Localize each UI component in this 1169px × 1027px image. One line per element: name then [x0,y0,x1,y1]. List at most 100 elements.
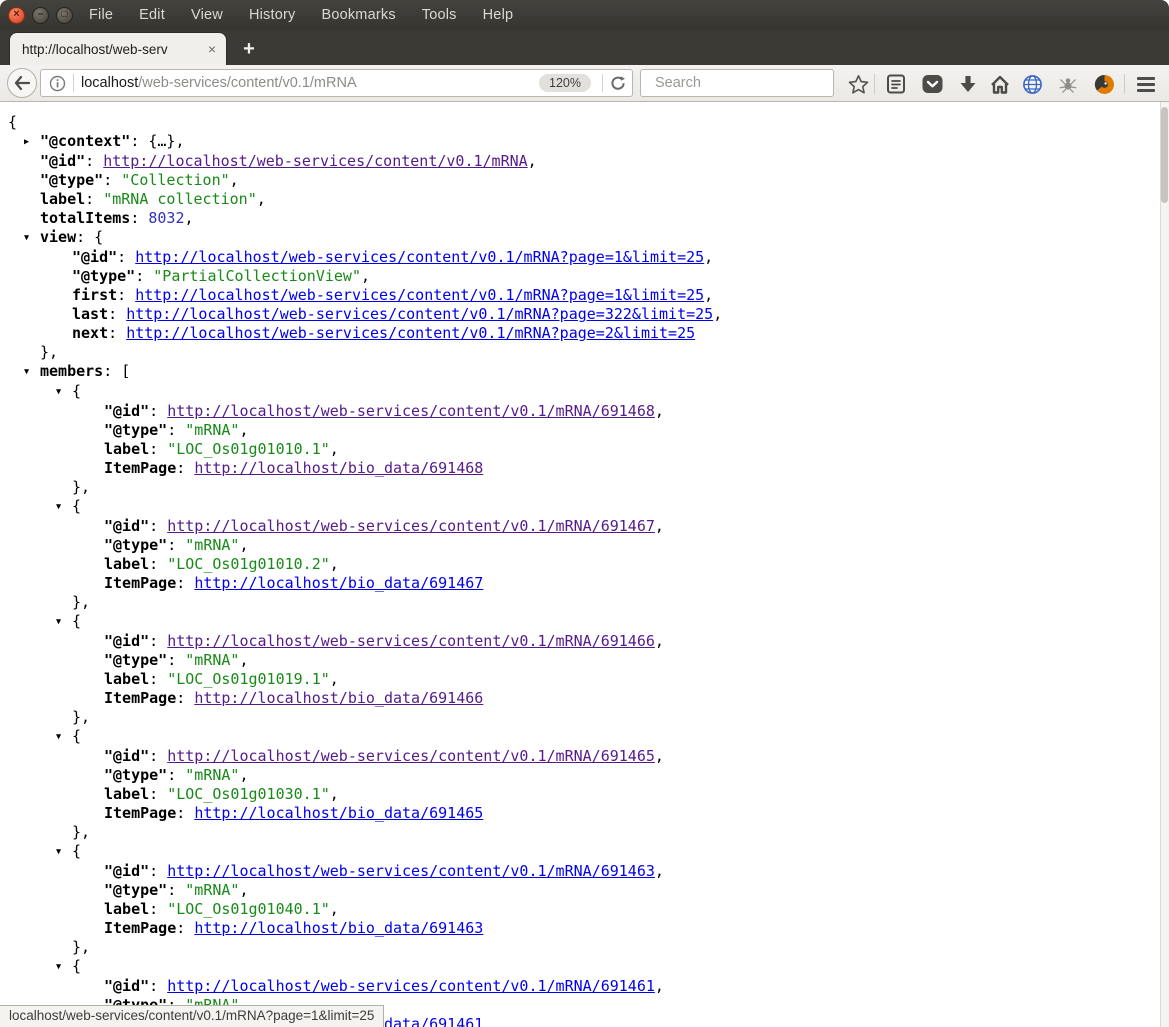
json-link-visited[interactable]: http://localhost/bio_data/691468 [194,459,483,477]
json-punctuation: : [149,440,167,458]
json-link-visited[interactable]: http://localhost/bio_data/691466 [194,689,483,707]
twisty-expanded-icon[interactable]: ▼ [24,363,40,382]
json-line: ItemPage: http://localhost/bio_data/6914… [0,919,1160,938]
reading-list-icon [887,74,905,94]
zoom-indicator[interactable]: 120% [539,74,591,92]
tab-title: http://localhost/web-serv [22,42,206,57]
json-line: ItemPage: http://localhost/bio_data/6914… [0,804,1160,823]
json-string-value: "LOC_Os01g01040.1" [167,900,330,918]
json-punctuation: , [655,747,664,765]
navigation-toolbar: localhost/web-services/content/v0.1/mRNA… [0,65,1169,102]
twisty-expanded-icon[interactable]: ▼ [56,613,72,632]
back-arrow-icon [14,76,30,90]
search-input[interactable] [655,75,842,91]
twisty-expanded-icon[interactable]: ▼ [24,229,40,248]
json-line: totalItems: 8032, [0,209,1160,228]
scrollbar-thumb[interactable] [1161,107,1168,203]
json-viewer: {▶"@context": {…},"@id": http://localhos… [0,102,1160,1027]
json-string-value: "mRNA" [185,766,239,784]
json-key: ItemPage [104,574,176,592]
json-key: "@type" [104,536,167,554]
menu-view[interactable]: View [191,7,223,23]
json-punctuation: : [135,267,153,285]
tab-active[interactable]: http://localhost/web-serv × [10,33,226,65]
json-link-visited[interactable]: http://localhost/web-services/content/v0… [167,747,655,765]
json-line: }, [0,593,1160,612]
twisty-expanded-icon[interactable]: ▼ [56,383,72,402]
json-key: "@id" [104,977,149,995]
json-punctuation: , [239,421,248,439]
twisty-expanded-icon[interactable]: ▼ [56,843,72,862]
menu-tools[interactable]: Tools [422,7,457,23]
menu-edit[interactable]: Edit [139,7,165,23]
window-controls: × – ▢ [0,7,73,24]
back-button[interactable] [7,68,37,98]
twisty-expanded-icon[interactable]: ▼ [56,498,72,517]
minimize-button[interactable]: – [32,7,49,24]
twisty-collapsed-icon[interactable]: ▶ [24,133,40,152]
maximize-button[interactable]: ▢ [56,7,73,24]
new-tab-button[interactable]: + [236,38,262,61]
lightbeam-extension-button[interactable] [1092,72,1116,96]
reload-button[interactable] [610,75,626,91]
json-link-visited[interactable]: http://localhost/web-services/content/v0… [167,517,655,535]
json-line: { [0,113,1160,132]
bookmark-star-button[interactable] [846,72,870,96]
json-link[interactable]: http://localhost/web-services/content/v0… [135,286,704,304]
pocket-button[interactable] [920,72,944,96]
twisty-expanded-icon[interactable]: ▼ [56,728,72,747]
url-text[interactable]: localhost/web-services/content/v0.1/mRNA [81,75,539,91]
json-punctuation: }, [72,823,90,841]
menu-file[interactable]: File [89,7,113,23]
json-link[interactable]: http://localhost/bio_data/691463 [194,919,483,937]
json-link-visited[interactable]: http://localhost/web-services/content/v0… [167,402,655,420]
menu-history[interactable]: History [249,7,296,23]
json-key: label [104,670,149,688]
downloads-button[interactable] [956,72,980,96]
json-key: "@id" [104,747,149,765]
json-key: totalItems [40,209,130,227]
json-punctuation: : [149,900,167,918]
spider-extension-button[interactable] [1056,72,1080,96]
json-link[interactable]: http://localhost/web-services/content/v0… [135,248,704,266]
json-punctuation: : [ [103,362,130,380]
json-line: "@type": "mRNA", [0,421,1160,440]
status-link-preview: localhost/web-services/content/v0.1/mRNA… [0,1005,384,1027]
json-punctuation: , [239,881,248,899]
site-info-icon[interactable] [49,75,66,92]
json-key: "@id" [72,248,117,266]
json-punctuation: , [230,171,239,189]
close-button[interactable]: × [8,7,25,24]
search-box[interactable] [640,69,834,97]
json-line: next: http://localhost/web-services/cont… [0,324,1160,343]
json-key: label [40,190,85,208]
vertical-scrollbar[interactable] [1160,102,1169,1027]
json-punctuation: : {…}, [130,132,184,150]
json-punctuation: : { [76,228,103,246]
globe-icon [1022,74,1043,95]
json-punctuation: , [361,267,370,285]
url-bar[interactable]: localhost/web-services/content/v0.1/mRNA… [40,69,633,97]
json-link[interactable]: http://localhost/bio_data/691465 [194,804,483,822]
menu-button[interactable] [1134,72,1158,96]
json-link[interactable]: http://localhost/web-services/content/v0… [126,305,713,323]
json-punctuation: { [72,612,81,630]
json-punctuation: : [149,747,167,765]
globe-extension-button[interactable] [1020,72,1044,96]
json-link[interactable]: http://localhost/bio_data/691467 [194,574,483,592]
json-link[interactable]: http://localhost/web-services/content/v0… [126,324,695,342]
json-link[interactable]: http://localhost/web-services/content/v0… [167,977,655,995]
tab-close-icon[interactable]: × [206,41,218,57]
json-punctuation: , [704,286,713,304]
json-link-visited[interactable]: http://localhost/web-services/content/v0… [103,152,527,170]
menu-bookmarks[interactable]: Bookmarks [321,7,395,23]
menu-help[interactable]: Help [483,7,514,23]
home-button[interactable] [988,72,1012,96]
json-line: "@type": "Collection", [0,171,1160,190]
json-link-visited[interactable]: http://localhost/web-services/content/v0… [167,632,655,650]
json-link[interactable]: http://localhost/web-services/content/v0… [167,862,655,880]
json-punctuation: : [130,209,148,227]
reading-list-button[interactable] [884,72,908,96]
json-punctuation: , [655,977,664,995]
twisty-expanded-icon[interactable]: ▼ [56,958,72,977]
